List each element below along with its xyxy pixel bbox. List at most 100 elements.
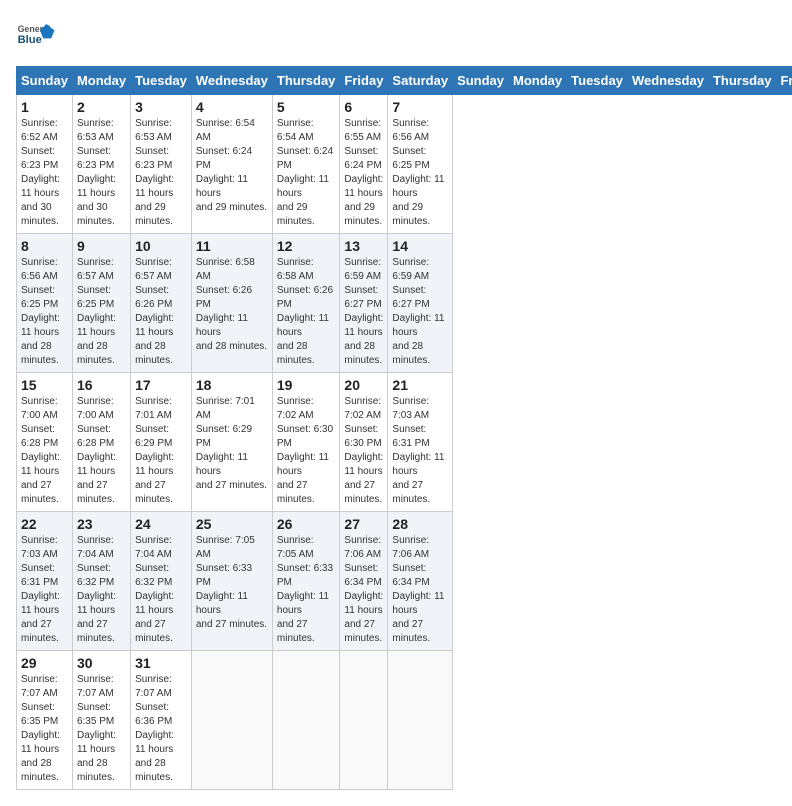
calendar-cell: 12 Sunrise: 6:58 AM Sunset: 6:26 PM Dayli… <box>272 234 340 373</box>
day-number: 13 <box>344 238 383 254</box>
calendar-table: SundayMondayTuesdayWednesdayThursdayFrid… <box>16 66 792 790</box>
day-number: 31 <box>135 655 187 671</box>
calendar-cell: 3 Sunrise: 6:53 AM Sunset: 6:23 PM Daylig… <box>131 95 192 234</box>
day-info: Sunrise: 7:06 AM Sunset: 6:34 PM Dayligh… <box>344 534 383 646</box>
calendar-cell: 18 Sunrise: 7:01 AM Sunset: 6:29 PM Dayli… <box>191 373 272 512</box>
day-info: Sunrise: 7:05 AM Sunset: 6:33 PM Dayligh… <box>196 534 268 632</box>
day-header-saturday: Saturday <box>388 67 453 95</box>
calendar-cell: 28Sunrise: 7:06 AM Sunset: 6:34 PM Dayli… <box>388 512 453 651</box>
day-header-tuesday: Tuesday <box>567 67 628 95</box>
day-info: Sunrise: 7:03 AM Sunset: 6:31 PM Dayligh… <box>392 395 448 507</box>
calendar-cell: 11Sunrise: 6:58 AM Sunset: 6:26 PM Dayli… <box>191 234 272 373</box>
calendar-cell: 14 Sunrise: 6:59 AM Sunset: 6:27 PM Dayli… <box>388 234 453 373</box>
calendar-cell: 16 Sunrise: 7:00 AM Sunset: 6:28 PM Dayli… <box>72 373 130 512</box>
day-info: Sunrise: 6:53 AM Sunset: 6:23 PM Dayligh… <box>77 117 126 229</box>
calendar-cell <box>340 651 388 790</box>
page-header: General Blue <box>16 16 776 56</box>
calendar-cell: 26 Sunrise: 7:05 AM Sunset: 6:33 PM Dayli… <box>272 512 340 651</box>
day-number: 29 <box>21 655 68 671</box>
calendar-cell <box>272 651 340 790</box>
day-info: Sunrise: 7:03 AM Sunset: 6:31 PM Dayligh… <box>21 534 68 646</box>
calendar-cell: 20 Sunrise: 7:02 AM Sunset: 6:30 PM Dayli… <box>340 373 388 512</box>
calendar-header-row: SundayMondayTuesdayWednesdayThursdayFrid… <box>17 67 792 95</box>
calendar-cell: 4 Sunrise: 6:54 AM Sunset: 6:24 PM Daylig… <box>191 95 272 234</box>
calendar-week-row: 8Sunrise: 6:56 AM Sunset: 6:25 PM Daylig… <box>17 234 792 373</box>
day-header-wednesday: Wednesday <box>627 67 708 95</box>
day-number: 19 <box>277 377 336 393</box>
calendar-cell: 2Sunrise: 6:53 AM Sunset: 6:23 PM Daylig… <box>72 95 130 234</box>
day-number: 25 <box>196 516 268 532</box>
calendar-cell: 24Sunrise: 7:04 AM Sunset: 6:32 PM Dayli… <box>131 512 192 651</box>
day-info: Sunrise: 6:58 AM Sunset: 6:26 PM Dayligh… <box>196 256 268 354</box>
day-info: Sunrise: 7:07 AM Sunset: 6:35 PM Dayligh… <box>77 673 126 785</box>
day-info: Sunrise: 7:02 AM Sunset: 6:30 PM Dayligh… <box>344 395 383 507</box>
day-header-friday: Friday <box>340 67 388 95</box>
day-info: Sunrise: 6:59 AM Sunset: 6:27 PM Dayligh… <box>344 256 383 368</box>
day-info: Sunrise: 6:59 AM Sunset: 6:27 PM Dayligh… <box>392 256 448 368</box>
day-number: 18 <box>196 377 268 393</box>
calendar-cell <box>191 651 272 790</box>
day-header-wednesday: Wednesday <box>191 67 272 95</box>
calendar-cell: 13 Sunrise: 6:59 AM Sunset: 6:27 PM Dayli… <box>340 234 388 373</box>
calendar-cell: 23Sunrise: 7:04 AM Sunset: 6:32 PM Dayli… <box>72 512 130 651</box>
day-number: 14 <box>392 238 448 254</box>
day-info: Sunrise: 6:53 AM Sunset: 6:23 PM Dayligh… <box>135 117 187 229</box>
logo-icon: General Blue <box>16 16 56 56</box>
day-header-sunday: Sunday <box>17 67 73 95</box>
day-number: 26 <box>277 516 336 532</box>
day-info: Sunrise: 7:02 AM Sunset: 6:30 PM Dayligh… <box>277 395 336 507</box>
day-number: 24 <box>135 516 187 532</box>
day-info: Sunrise: 6:52 AM Sunset: 6:23 PM Dayligh… <box>21 117 68 229</box>
day-number: 16 <box>77 377 126 393</box>
day-header-monday: Monday <box>509 67 567 95</box>
day-number: 15 <box>21 377 68 393</box>
calendar-cell: 15 Sunrise: 7:00 AM Sunset: 6:28 PM Dayli… <box>17 373 73 512</box>
calendar-cell: 31Sunrise: 7:07 AM Sunset: 6:36 PM Dayli… <box>131 651 192 790</box>
day-header-thursday: Thursday <box>272 67 340 95</box>
day-info: Sunrise: 6:54 AM Sunset: 6:24 PM Dayligh… <box>196 117 268 215</box>
day-info: Sunrise: 7:01 AM Sunset: 6:29 PM Dayligh… <box>196 395 268 493</box>
calendar-cell: 17Sunrise: 7:01 AM Sunset: 6:29 PM Dayli… <box>131 373 192 512</box>
day-number: 10 <box>135 238 187 254</box>
calendar-cell: 25 Sunrise: 7:05 AM Sunset: 6:33 PM Dayli… <box>191 512 272 651</box>
day-number: 6 <box>344 99 383 115</box>
day-info: Sunrise: 6:58 AM Sunset: 6:26 PM Dayligh… <box>277 256 336 368</box>
day-number: 4 <box>196 99 268 115</box>
day-info: Sunrise: 7:05 AM Sunset: 6:33 PM Dayligh… <box>277 534 336 646</box>
day-info: Sunrise: 6:54 AM Sunset: 6:24 PM Dayligh… <box>277 117 336 229</box>
calendar-cell: 10 Sunrise: 6:57 AM Sunset: 6:26 PM Dayli… <box>131 234 192 373</box>
calendar-cell: 6 Sunrise: 6:55 AM Sunset: 6:24 PM Daylig… <box>340 95 388 234</box>
day-number: 1 <box>21 99 68 115</box>
day-header-thursday: Thursday <box>708 67 776 95</box>
calendar-cell: 7 Sunrise: 6:56 AM Sunset: 6:25 PM Daylig… <box>388 95 453 234</box>
calendar-cell: 21 Sunrise: 7:03 AM Sunset: 6:31 PM Dayli… <box>388 373 453 512</box>
calendar-cell <box>388 651 453 790</box>
day-info: Sunrise: 7:00 AM Sunset: 6:28 PM Dayligh… <box>21 395 68 507</box>
calendar-cell: 9 Sunrise: 6:57 AM Sunset: 6:25 PM Daylig… <box>72 234 130 373</box>
day-header-tuesday: Tuesday <box>131 67 192 95</box>
calendar-week-row: 29 Sunrise: 7:07 AM Sunset: 6:35 PM Dayli… <box>17 651 792 790</box>
day-info: Sunrise: 6:57 AM Sunset: 6:25 PM Dayligh… <box>77 256 126 368</box>
day-number: 8 <box>21 238 68 254</box>
logo: General Blue <box>16 16 60 56</box>
day-header-friday: Friday <box>776 67 792 95</box>
day-number: 7 <box>392 99 448 115</box>
day-info: Sunrise: 6:55 AM Sunset: 6:24 PM Dayligh… <box>344 117 383 229</box>
day-number: 17 <box>135 377 187 393</box>
day-info: Sunrise: 6:57 AM Sunset: 6:26 PM Dayligh… <box>135 256 187 368</box>
day-number: 28 <box>392 516 448 532</box>
calendar-cell: 22Sunrise: 7:03 AM Sunset: 6:31 PM Dayli… <box>17 512 73 651</box>
day-number: 30 <box>77 655 126 671</box>
day-number: 21 <box>392 377 448 393</box>
day-number: 20 <box>344 377 383 393</box>
day-number: 5 <box>277 99 336 115</box>
calendar-cell: 27Sunrise: 7:06 AM Sunset: 6:34 PM Dayli… <box>340 512 388 651</box>
day-number: 12 <box>277 238 336 254</box>
day-info: Sunrise: 7:00 AM Sunset: 6:28 PM Dayligh… <box>77 395 126 507</box>
calendar-cell: 19 Sunrise: 7:02 AM Sunset: 6:30 PM Dayli… <box>272 373 340 512</box>
day-number: 9 <box>77 238 126 254</box>
day-info: Sunrise: 6:56 AM Sunset: 6:25 PM Dayligh… <box>392 117 448 229</box>
day-info: Sunrise: 7:07 AM Sunset: 6:35 PM Dayligh… <box>21 673 68 785</box>
calendar-cell: 8Sunrise: 6:56 AM Sunset: 6:25 PM Daylig… <box>17 234 73 373</box>
day-number: 3 <box>135 99 187 115</box>
